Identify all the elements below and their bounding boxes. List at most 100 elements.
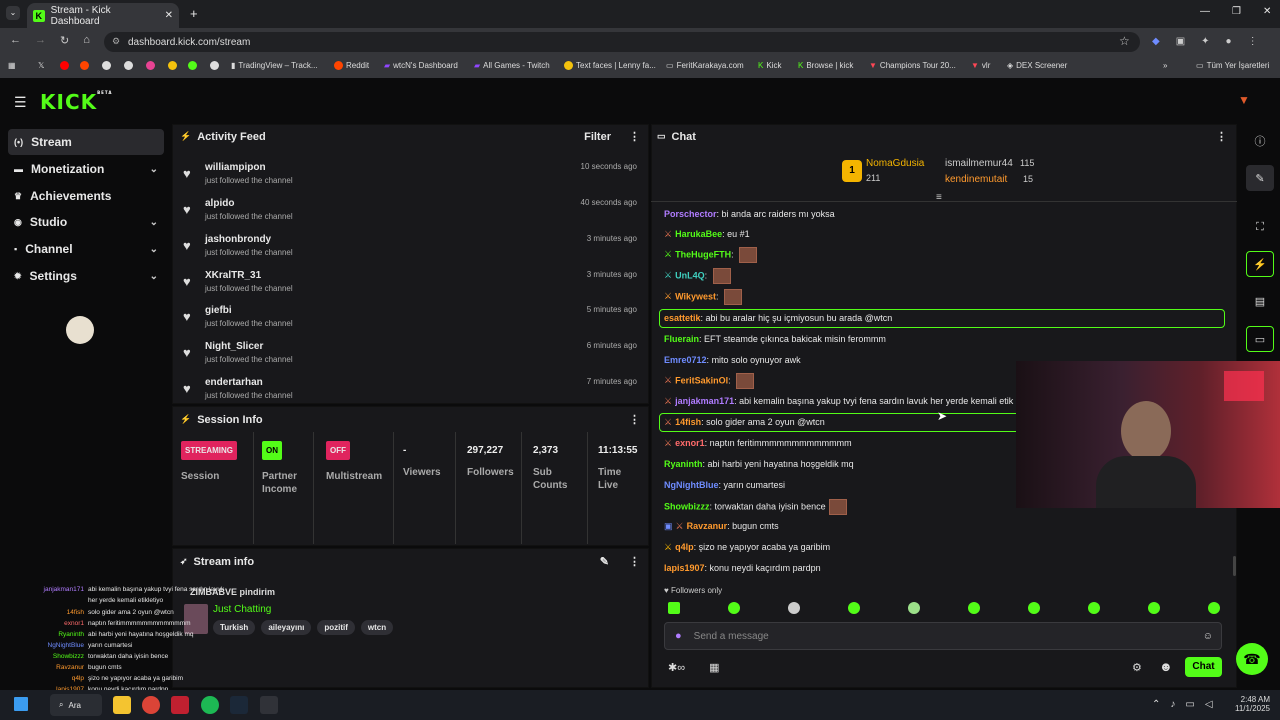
puzzle-icon[interactable]: ✦	[1201, 36, 1209, 47]
bookmark-reddit[interactable]: Reddit	[334, 61, 369, 70]
chat-username[interactable]: NgNightBlue	[664, 480, 719, 490]
clock[interactable]: 2:48 AM 11/1/2025	[1230, 695, 1270, 713]
chat-username[interactable]: janjakman171	[675, 396, 734, 406]
bookmark-lenny[interactable]: Text faces | Lenny fa...	[564, 61, 656, 70]
steam-icon[interactable]	[230, 696, 248, 714]
emote-icon[interactable]	[788, 602, 800, 614]
tab-search-icon[interactable]: ⌄	[6, 6, 20, 20]
bookmark-icon[interactable]	[210, 61, 219, 70]
chat-username[interactable]: lapis1907	[664, 563, 705, 573]
sidebar-item-studio[interactable]: ◉ Studio ⌄	[8, 209, 164, 235]
bookmark-icon[interactable]	[124, 61, 133, 70]
hamburger-menu-icon[interactable]: ☰	[14, 94, 27, 111]
network-icon[interactable]: ▭	[1185, 699, 1194, 710]
maximize-icon[interactable]: ❐	[1232, 6, 1241, 17]
chat-username[interactable]: HarukaBee	[675, 229, 722, 239]
kick-logo[interactable]: KICKBETA	[40, 90, 112, 114]
file-explorer-icon[interactable]	[113, 696, 131, 714]
follower-name[interactable]: jashonbrondy	[205, 234, 271, 245]
chat-settings-icon[interactable]: ⚙	[1132, 661, 1142, 674]
youtube-icon[interactable]	[60, 61, 69, 70]
emoji-icon[interactable]: ☺	[1203, 631, 1213, 642]
on-badge[interactable]: ON	[262, 441, 282, 460]
bookmark-tradingview[interactable]: ▮ TradingView – Track...	[231, 61, 318, 70]
more-options-icon[interactable]: ⋮	[629, 555, 640, 568]
extension-icon[interactable]: ◆	[1152, 36, 1160, 47]
chat-username[interactable]: Fluerain	[664, 334, 699, 344]
chat-username[interactable]: Wikywest	[675, 291, 716, 301]
more-options-icon[interactable]: ⋮	[629, 130, 640, 143]
emotes-icon[interactable]: ☻	[1159, 659, 1173, 674]
quick-actions-icon[interactable]: ⚡	[1246, 251, 1274, 277]
back-icon[interactable]: ←	[10, 34, 21, 47]
chat-username[interactable]: q4lp	[675, 542, 694, 552]
follower-name[interactable]: endertarhan	[205, 377, 263, 388]
sidebar-item-monetization[interactable]: ▬ Monetization ⌄	[8, 156, 164, 182]
bookmark-icon[interactable]	[80, 61, 89, 70]
chat-input[interactable]: ● Send a message ☺	[664, 622, 1222, 650]
menu-kebab-icon[interactable]: ⋮	[1248, 36, 1258, 47]
x-icon[interactable]: 𝕏	[38, 61, 44, 70]
browser-tab[interactable]: K Stream - Kick Dashboard ✕	[27, 3, 179, 28]
bookmark-dex[interactable]: ◈ DEX Screener	[1007, 61, 1067, 70]
more-options-icon[interactable]: ⋮	[629, 413, 640, 426]
category-link[interactable]: Just Chatting	[213, 604, 271, 615]
home-icon[interactable]: ⌂	[83, 34, 90, 47]
chat-username[interactable]: exnor1	[675, 438, 705, 448]
sidebar-item-channel[interactable]: ▪ Channel ⌄	[8, 236, 164, 262]
document-icon[interactable]: ▤	[1246, 288, 1274, 314]
fullscreen-icon[interactable]: ⛶	[1246, 214, 1274, 240]
bookmark-champions[interactable]: ▼ Champions Tour 20...	[869, 61, 956, 70]
follower-name[interactable]: XKralTR_31	[205, 270, 261, 281]
forward-icon[interactable]: →	[35, 34, 46, 47]
chat-username[interactable]: UnL4Q	[675, 270, 705, 280]
tag[interactable]: aileyayını	[261, 620, 312, 635]
bookmark-icon[interactable]	[168, 61, 177, 70]
chat-username[interactable]: FeritSakinOl	[675, 375, 728, 385]
bookmark-ferit[interactable]: ▭ FeritKarakaya.com	[666, 61, 744, 70]
chat-username[interactable]: Emre0712	[664, 355, 707, 365]
chat-send-button[interactable]: Chat	[1185, 657, 1222, 677]
emote-icon[interactable]	[848, 602, 860, 614]
all-bookmarks-folder[interactable]: ▭ Tüm Yer İşaretleri	[1196, 61, 1269, 70]
sidebar-item-achievements[interactable]: ♛ Achievements	[8, 183, 164, 209]
support-chat-button[interactable]: ☎	[1236, 643, 1268, 675]
emote-icon[interactable]	[1148, 602, 1160, 614]
new-tab-icon[interactable]: +	[190, 6, 198, 21]
emote-icon[interactable]	[728, 602, 740, 614]
tag[interactable]: Turkish	[213, 620, 256, 635]
bookmark-icon[interactable]	[102, 61, 111, 70]
bookmark-star-icon[interactable]: ☆	[1119, 34, 1130, 48]
chat-username[interactable]: 14fish	[675, 417, 701, 427]
emote-icon[interactable]	[668, 602, 680, 614]
category-thumbnail[interactable]	[184, 604, 208, 634]
follower-name[interactable]: giefbi	[205, 305, 232, 316]
minimize-icon[interactable]: —	[1200, 6, 1210, 17]
more-options-icon[interactable]: ⋮	[1216, 130, 1227, 143]
bookmark-wtcn-dashboard[interactable]: ▰ wtcN's Dashboard	[384, 61, 458, 70]
off-badge[interactable]: OFF	[326, 441, 350, 460]
site-info-icon[interactable]: ⚙	[112, 36, 120, 47]
microphone-icon[interactable]: ●	[675, 630, 682, 642]
taskbar-search[interactable]: ⌕ Ara	[50, 694, 102, 716]
chat-scrollbar[interactable]	[1233, 556, 1236, 576]
follower-name[interactable]: alpido	[205, 198, 234, 209]
chat-username[interactable]: Ryaninth	[664, 459, 703, 469]
emote-icon[interactable]	[1088, 602, 1100, 614]
reload-icon[interactable]: ↻	[60, 34, 69, 47]
edit-pencil-icon[interactable]: ✎	[600, 555, 609, 568]
follower-name[interactable]: williampipon	[205, 162, 266, 173]
more-bookmarks-icon[interactable]: »	[1163, 61, 1167, 70]
profile-avatar-icon[interactable]: ●	[1226, 36, 1232, 47]
address-bar[interactable]: dashboard.kick.com/stream	[104, 32, 1140, 52]
bookmark-icon[interactable]	[188, 61, 197, 70]
chrome-icon[interactable]	[142, 696, 160, 714]
tag[interactable]: wtcn	[360, 620, 394, 635]
top-gifter-name[interactable]: kendinemutait	[945, 174, 1007, 185]
close-window-icon[interactable]: ✕	[1263, 6, 1271, 17]
user-avatar-icon[interactable]: ▼	[1236, 93, 1252, 107]
microphone-icon[interactable]: ♪	[1170, 699, 1175, 710]
tag[interactable]: pozitif	[317, 620, 355, 635]
volume-icon[interactable]: ◁	[1205, 699, 1213, 710]
store-icon[interactable]: ▦	[709, 661, 719, 674]
